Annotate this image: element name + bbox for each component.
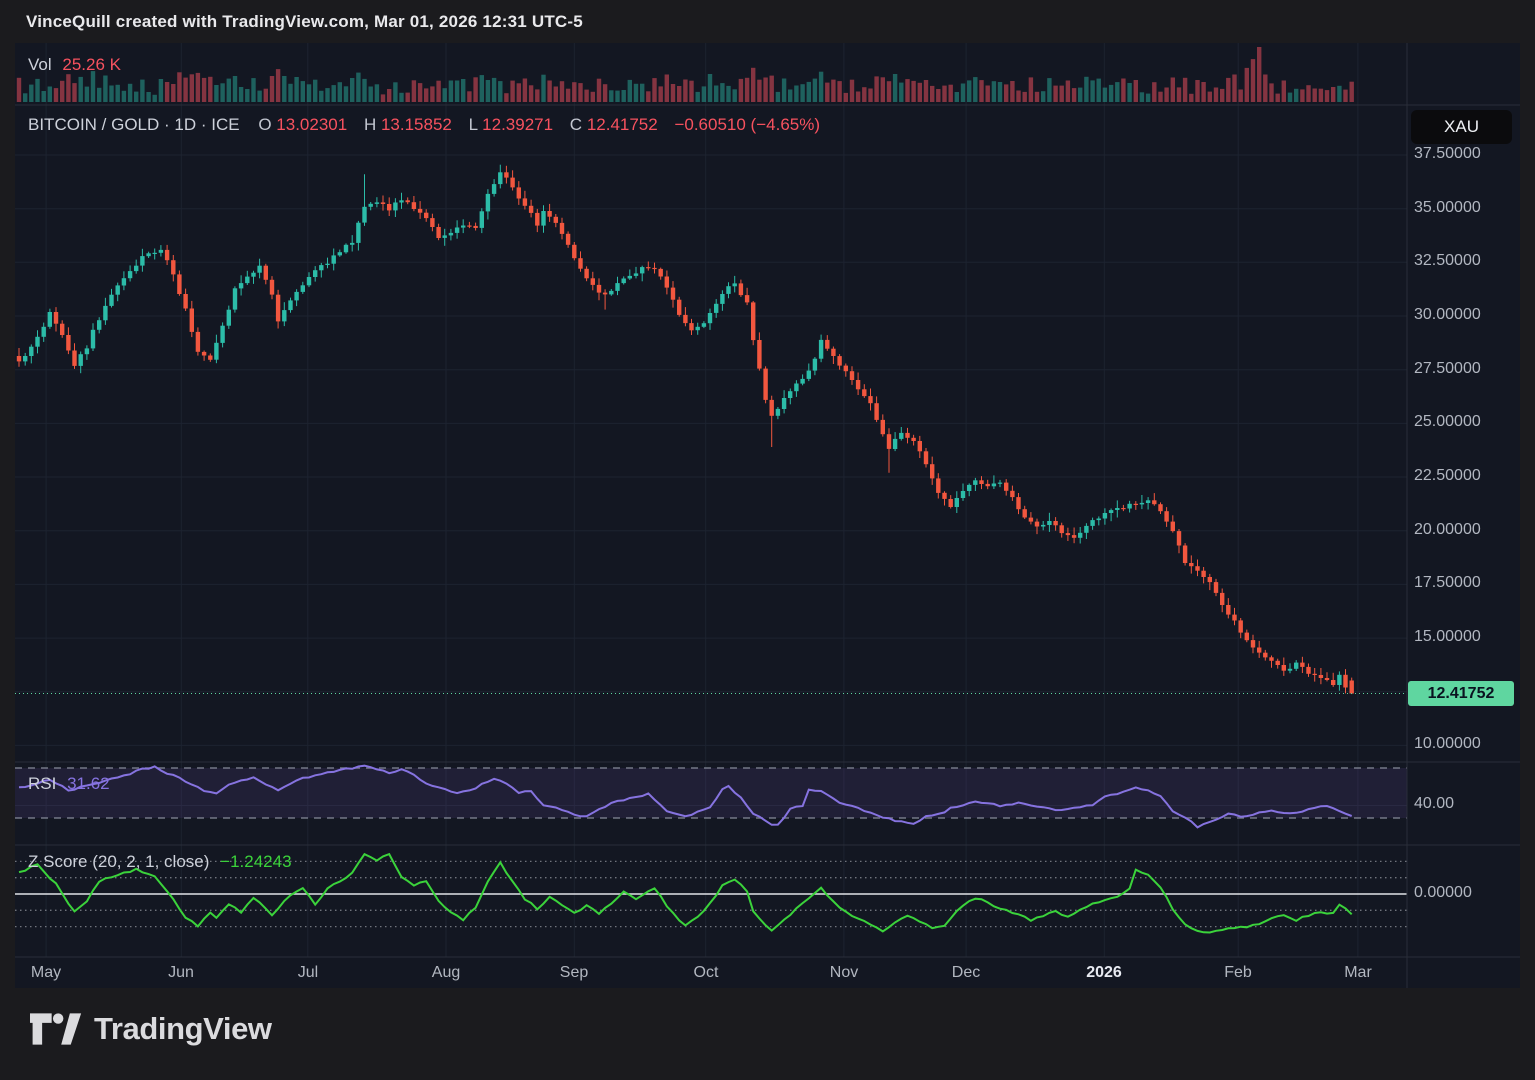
open-label: O bbox=[258, 115, 272, 134]
time-tick-label: Jun bbox=[168, 964, 194, 981]
price-tick-label: 22.50000 bbox=[1414, 467, 1481, 484]
time-tick-label: Nov bbox=[829, 964, 859, 981]
symbol-legend[interactable]: BITCOIN / GOLD · 1D · ICE O 13.02301 H 1… bbox=[28, 115, 826, 135]
zscore-label: Z Score (20, 2, 1, close) bbox=[28, 852, 210, 871]
price-tick-label: 20.00000 bbox=[1414, 521, 1481, 538]
price-tick-label: 15.00000 bbox=[1414, 628, 1481, 645]
chart-container[interactable]: Vol 25.26 K BITCOIN / GOLD · 1D · ICE O … bbox=[15, 43, 1520, 988]
tradingview-footer[interactable]: TradingView bbox=[30, 1010, 272, 1048]
zscore-value: −1.24243 bbox=[220, 852, 292, 871]
change-value: −0.60510 (−4.65%) bbox=[674, 115, 821, 134]
price-tick-label: 25.00000 bbox=[1414, 413, 1481, 430]
price-tick-label: 17.50000 bbox=[1414, 574, 1481, 591]
open-value: 13.02301 bbox=[276, 115, 348, 134]
quote-currency-badge[interactable]: XAU bbox=[1411, 110, 1512, 144]
low-value: 12.39271 bbox=[482, 115, 554, 134]
tradingview-logo-icon bbox=[30, 1013, 82, 1045]
price-tick-label: 10.00000 bbox=[1414, 735, 1481, 752]
price-tick-label: 30.00000 bbox=[1414, 306, 1481, 323]
time-tick-label: Aug bbox=[431, 964, 461, 981]
time-tick-label: May bbox=[30, 964, 62, 981]
volume-legend[interactable]: Vol 25.26 K bbox=[28, 55, 127, 75]
zscore-legend[interactable]: Z Score (20, 2, 1, close) −1.24243 bbox=[28, 852, 298, 872]
close-value: 12.41752 bbox=[586, 115, 658, 134]
high-value: 13.15852 bbox=[380, 115, 452, 134]
tradingview-screenshot: VinceQuill created with TradingView.com,… bbox=[0, 0, 1535, 1080]
rsi-legend[interactable]: RSI 31.62 bbox=[28, 774, 116, 794]
chart-plot[interactable] bbox=[15, 43, 1520, 988]
time-tick-label: Jul bbox=[297, 964, 319, 981]
time-tick-label: Oct bbox=[693, 964, 719, 981]
volume-label: Vol bbox=[28, 55, 52, 74]
rsi-value: 31.62 bbox=[67, 774, 110, 793]
time-tick-label: Dec bbox=[951, 964, 981, 981]
price-tick-label: 27.50000 bbox=[1414, 360, 1481, 377]
low-label: L bbox=[468, 115, 478, 134]
time-tick-label: Mar bbox=[1344, 964, 1372, 981]
zscore-axis-tick[interactable]: 0.00000 bbox=[1414, 884, 1472, 902]
price-tick-label: 37.50000 bbox=[1414, 145, 1481, 162]
time-tick-label: Feb bbox=[1224, 964, 1252, 981]
rsi-label: RSI bbox=[28, 774, 57, 793]
last-price-badge: 12.41752 bbox=[1408, 681, 1514, 706]
symbol-title: BITCOIN / GOLD · 1D · ICE bbox=[28, 115, 240, 134]
close-label: C bbox=[569, 115, 583, 134]
time-tick-label: 2026 bbox=[1086, 964, 1122, 981]
tradingview-wordmark: TradingView bbox=[94, 1011, 272, 1046]
volume-value: 25.26 K bbox=[62, 55, 121, 74]
price-tick-label: 35.00000 bbox=[1414, 199, 1481, 216]
rsi-axis-tick[interactable]: 40.00 bbox=[1414, 795, 1454, 813]
high-label: H bbox=[363, 115, 377, 134]
time-tick-label: Sep bbox=[559, 964, 589, 981]
chart-canvas[interactable] bbox=[15, 43, 1520, 988]
chart-attribution-title: VinceQuill created with TradingView.com,… bbox=[26, 12, 583, 31]
price-tick-label: 32.50000 bbox=[1414, 252, 1481, 269]
